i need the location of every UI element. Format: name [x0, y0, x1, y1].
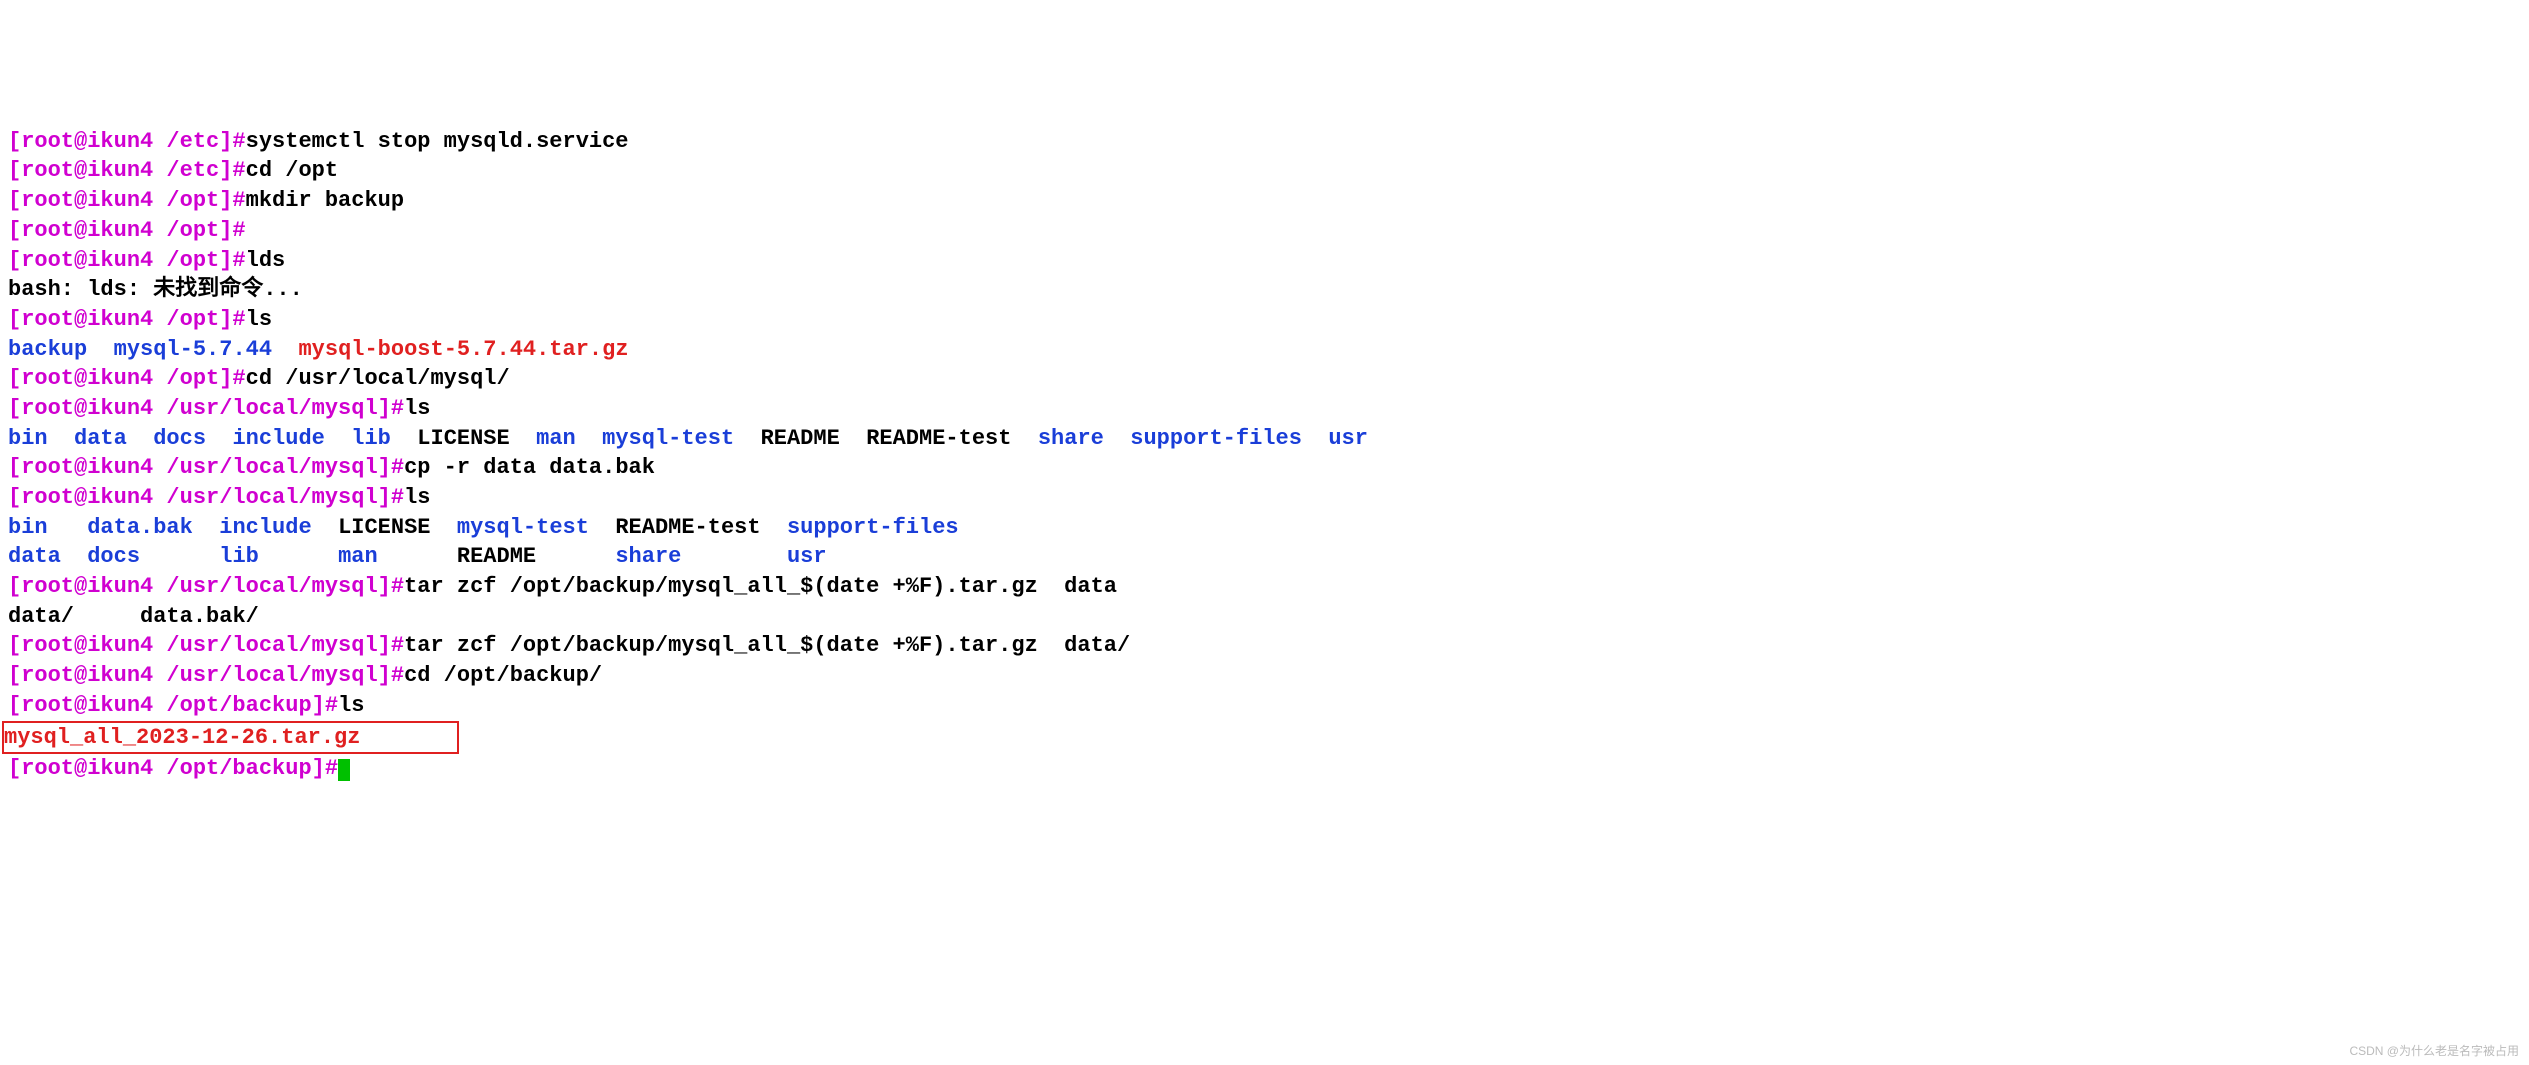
- archive-entry: mysql-boost-5.7.44.tar.gz: [298, 337, 628, 362]
- dir-entry: share: [615, 544, 681, 569]
- command: tar zcf /opt/backup/mysql_all_$(date +%F…: [404, 633, 1130, 658]
- tab-completion: data.bak/: [140, 604, 259, 629]
- dir-entry: data: [74, 426, 127, 451]
- command: cd /opt: [246, 158, 338, 183]
- prompt: [root@ikun4 /etc]#: [8, 129, 246, 154]
- dir-entry: support-files: [1130, 426, 1302, 451]
- file-entry: README: [457, 544, 536, 569]
- file-entry: README: [761, 426, 840, 451]
- command: cp -r data data.bak: [404, 455, 655, 480]
- command: mkdir backup: [246, 188, 404, 213]
- highlighted-result: mysql_all_2023-12-26.tar.gz: [2, 721, 459, 755]
- command: ls: [246, 307, 272, 332]
- terminal-output[interactable]: [root@ikun4 /etc]#systemctl stop mysqld.…: [8, 127, 2521, 784]
- command: ls: [404, 396, 430, 421]
- prompt: [root@ikun4 /usr/local/mysql]#: [8, 574, 404, 599]
- file-entry: README-test: [866, 426, 1011, 451]
- prompt: [root@ikun4 /opt]#: [8, 307, 246, 332]
- watermark: CSDN @为什么老是名字被占用: [2349, 1043, 2519, 1059]
- dir-entry: man: [338, 544, 378, 569]
- prompt: [root@ikun4 /usr/local/mysql]#: [8, 663, 404, 688]
- dir-entry: backup: [8, 337, 87, 362]
- command: cd /usr/local/mysql/: [246, 366, 510, 391]
- prompt: [root@ikun4 /etc]#: [8, 158, 246, 183]
- file-entry: LICENSE: [417, 426, 509, 451]
- dir-entry: support-files: [787, 515, 959, 540]
- cursor-icon: [338, 759, 350, 781]
- output-error: bash: lds: 未找到命令...: [8, 277, 303, 302]
- dir-entry: mysql-test: [602, 426, 734, 451]
- prompt: [root@ikun4 /opt]#: [8, 188, 246, 213]
- dir-entry: mysql-5.7.44: [114, 337, 272, 362]
- command: cd /opt/backup/: [404, 663, 602, 688]
- dir-entry: share: [1038, 426, 1104, 451]
- dir-entry: usr: [1328, 426, 1368, 451]
- prompt: [root@ikun4 /usr/local/mysql]#: [8, 455, 404, 480]
- dir-entry: docs: [87, 544, 140, 569]
- command: ls: [404, 485, 430, 510]
- dir-entry: lib: [351, 426, 391, 451]
- command: lds: [246, 248, 286, 273]
- dir-entry: include: [219, 515, 311, 540]
- file-entry: README-test: [615, 515, 760, 540]
- command: systemctl stop mysqld.service: [246, 129, 629, 154]
- command: tar zcf /opt/backup/mysql_all_$(date +%F…: [404, 574, 1117, 599]
- dir-entry: data: [8, 544, 61, 569]
- dir-entry: man: [536, 426, 576, 451]
- prompt: [root@ikun4 /opt/backup]#: [8, 756, 338, 781]
- prompt: [root@ikun4 /opt]#: [8, 248, 246, 273]
- prompt: [root@ikun4 /opt]#: [8, 366, 246, 391]
- dir-entry: bin: [8, 515, 48, 540]
- prompt: [root@ikun4 /usr/local/mysql]#: [8, 396, 404, 421]
- dir-entry: usr: [787, 544, 827, 569]
- dir-entry: lib: [219, 544, 259, 569]
- archive-entry: mysql_all_2023-12-26.tar.gz: [4, 725, 360, 750]
- prompt: [root@ikun4 /opt]#: [8, 218, 246, 243]
- dir-entry: include: [232, 426, 324, 451]
- prompt: [root@ikun4 /usr/local/mysql]#: [8, 485, 404, 510]
- command: ls: [338, 693, 364, 718]
- dir-entry: mysql-test: [457, 515, 589, 540]
- dir-entry: docs: [153, 426, 206, 451]
- dir-entry: bin: [8, 426, 48, 451]
- tab-completion: data/: [8, 604, 74, 629]
- prompt: [root@ikun4 /usr/local/mysql]#: [8, 633, 404, 658]
- dir-entry: data.bak: [87, 515, 193, 540]
- prompt: [root@ikun4 /opt/backup]#: [8, 693, 338, 718]
- file-entry: LICENSE: [338, 515, 430, 540]
